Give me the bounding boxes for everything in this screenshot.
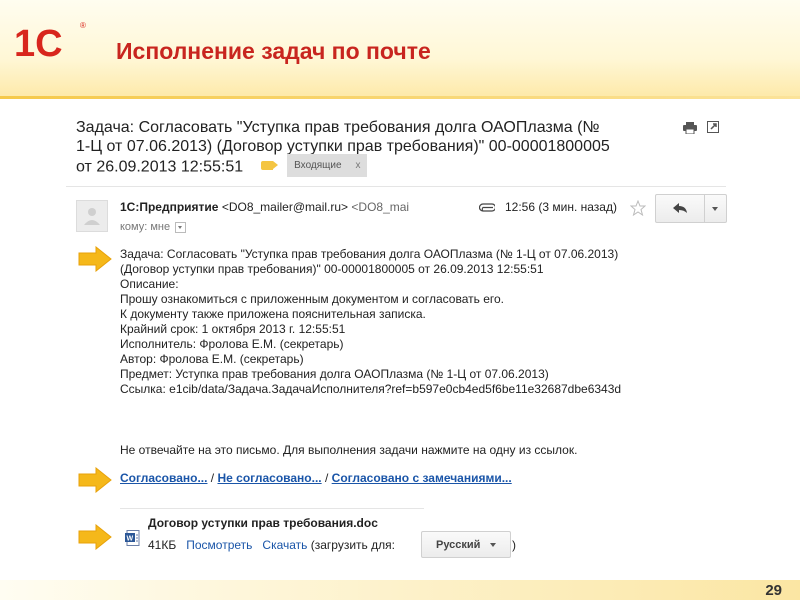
- slide-footer: [0, 580, 800, 600]
- arrow-pointer-icon: [78, 246, 112, 272]
- link-separator: /: [207, 471, 218, 485]
- attachment-meta: 41КБ Посмотреть Скачать (загрузить для:: [148, 538, 395, 552]
- header-separator: [66, 186, 726, 187]
- body-line: Исполнитель: Фролова Е.М. (секретарь): [120, 337, 344, 351]
- body-line: Описание:: [120, 277, 179, 291]
- body-line: Крайний срок: 1 октября 2013 г. 12:55:51: [120, 322, 346, 336]
- svg-text:®: ®: [80, 21, 86, 30]
- avatar: [76, 200, 108, 232]
- close-paren: ): [512, 538, 516, 552]
- link-separator: /: [321, 471, 332, 485]
- language-select[interactable]: Русский: [421, 531, 511, 558]
- folder-label: Входящие: [294, 160, 342, 171]
- header-divider: [0, 96, 800, 99]
- page-number: 29: [765, 582, 782, 599]
- body-line: Автор: Фролова Е.М. (секретарь): [120, 352, 304, 366]
- folder-chip[interactable]: Входящие x: [287, 154, 367, 177]
- recipient-details-button[interactable]: [175, 221, 187, 233]
- reply-button-group: [655, 194, 727, 223]
- recipient-label: кому: мне: [120, 221, 171, 233]
- body-line: Предмет: Уступка прав требования долга О…: [120, 367, 549, 381]
- subject-line-1: Задача: Согласовать "Уступка прав требов…: [76, 119, 600, 136]
- approved-with-remarks-link[interactable]: Согласовано с замечаниями...: [332, 471, 512, 485]
- paperclip-icon: [479, 203, 495, 212]
- sender-email: <DO8_mailer@mail.ru>: [221, 200, 349, 214]
- body-line: Задача: Согласовать "Уступка прав требов…: [120, 247, 619, 261]
- attachment-size: 41КБ: [148, 538, 177, 552]
- attachment-name: Договор уступки прав требования.doc: [148, 516, 378, 530]
- subject-line-2: 1-Ц от 07.06.2013) (Договор уступки прав…: [76, 138, 610, 155]
- email-subject: Задача: Согласовать "Уступка прав требов…: [76, 118, 676, 179]
- view-attachment-link[interactable]: Посмотреть: [186, 538, 252, 552]
- popout-icon[interactable]: [707, 121, 719, 133]
- recipient-line: кому: мне: [120, 221, 187, 233]
- body-line: Ссылка: e1cib/data/Задача.ЗадачаИсполнит…: [120, 382, 622, 396]
- sender-name: 1С:Предприятие: [120, 200, 219, 214]
- body-line: Прошу ознакомиться с приложенным докумен…: [120, 292, 504, 306]
- action-links: Согласовано... / Не согласовано... / Сог…: [120, 471, 512, 485]
- star-icon[interactable]: [630, 200, 646, 216]
- print-icon[interactable]: [683, 122, 697, 134]
- logo-text: 1С: [14, 23, 63, 62]
- person-icon: [84, 208, 100, 225]
- reply-button[interactable]: [656, 195, 704, 222]
- message-time: 12:56 (3 мин. назад): [505, 200, 617, 214]
- sender: 1С:Предприятие <DO8_mailer@mail.ru> <DO8…: [120, 200, 409, 214]
- email-body: Задача: Согласовать "Уступка прав требов…: [120, 247, 621, 397]
- 1c-logo: 1С ®: [14, 21, 86, 62]
- label-icon[interactable]: [261, 161, 279, 170]
- arrow-pointer-icon: [78, 524, 112, 550]
- reply-icon: [673, 203, 687, 213]
- slide-title: Исполнение задач по почте: [116, 38, 431, 64]
- subject-line-3: от 26.09.2013 12:55:51: [76, 158, 244, 176]
- svg-text:W: W: [127, 536, 134, 543]
- language-value: Русский: [436, 539, 481, 551]
- not-approved-link[interactable]: Не согласовано...: [217, 471, 321, 485]
- arrow-pointer-icon: [78, 467, 112, 493]
- approved-link[interactable]: Согласовано...: [120, 471, 207, 485]
- load-for-label: (загрузить для:: [310, 538, 395, 552]
- folder-badge: Входящие x: [261, 154, 367, 177]
- more-actions-dropdown[interactable]: [705, 195, 726, 222]
- word-doc-icon: W: [125, 530, 140, 546]
- no-reply-notice: Не отвечайте на это письмо. Для выполнен…: [120, 443, 578, 457]
- download-attachment-link[interactable]: Скачать: [262, 538, 307, 552]
- body-line: К документу также приложена пояснительна…: [120, 307, 426, 321]
- sender-email-truncated: <DO8_mai: [351, 200, 410, 214]
- body-line: (Договор уступки прав требования)" 00-00…: [120, 262, 544, 276]
- remove-label-button[interactable]: x: [356, 160, 361, 171]
- attachment-divider: [120, 508, 424, 509]
